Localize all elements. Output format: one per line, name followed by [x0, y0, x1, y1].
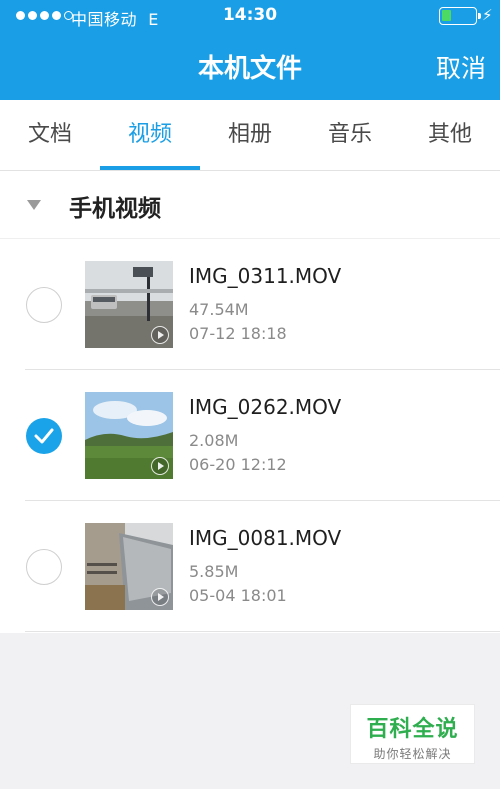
play-icon	[151, 457, 169, 475]
watermark-subtitle: 助你轻松解决	[373, 747, 452, 761]
category-tabs: 文档 视频 相册 音乐 其他	[0, 100, 500, 171]
status-time: 14:30	[222, 5, 278, 25]
collapse-triangle-icon[interactable]	[27, 200, 41, 210]
checkmark-icon	[34, 428, 54, 444]
active-tab-indicator	[100, 166, 200, 170]
tab-other[interactable]: 其他	[400, 100, 500, 170]
cancel-button[interactable]: 取消	[436, 49, 486, 85]
section-header-phone-videos[interactable]: 手机视频	[0, 171, 500, 239]
tab-music[interactable]: 音乐	[300, 100, 400, 170]
file-name: IMG_0262.MOV	[189, 395, 342, 419]
screen: 中国移动 E 14:30 ⚡ 本机文件 取消 文档 视频 相册 音乐 其他 手机…	[0, 0, 500, 789]
tab-documents[interactable]: 文档	[0, 100, 100, 170]
status-bar: 中国移动 E 14:30 ⚡	[0, 0, 500, 32]
file-size: 2.08M	[189, 431, 239, 450]
file-size: 47.54M	[189, 300, 249, 319]
row-divider	[25, 631, 500, 632]
play-icon	[151, 326, 169, 344]
file-date: 07-12 18:18	[189, 324, 287, 343]
file-name: IMG_0081.MOV	[189, 526, 342, 550]
video-thumbnail[interactable]	[85, 261, 173, 348]
watermark-title: 百科全说	[366, 717, 459, 742]
file-date: 05-04 18:01	[189, 586, 287, 605]
list-item[interactable]: IMG_0311.MOV 47.54M 07-12 18:18	[0, 239, 500, 370]
watermark-logo: 百科全说 助你轻松解决	[350, 704, 475, 764]
list-item[interactable]: IMG_0081.MOV 5.85M 05-04 18:01	[0, 501, 500, 632]
video-thumbnail[interactable]	[85, 523, 173, 610]
charging-bolt-icon: ⚡	[482, 6, 493, 24]
file-name: IMG_0311.MOV	[189, 264, 342, 288]
list-item[interactable]: IMG_0262.MOV 2.08M 06-20 12:12	[0, 370, 500, 501]
select-radio[interactable]	[26, 287, 62, 323]
battery-icon	[439, 7, 481, 25]
section-title: 手机视频	[69, 196, 161, 222]
page-title: 本机文件	[197, 54, 302, 84]
tab-photos[interactable]: 相册	[200, 100, 300, 170]
file-date: 06-20 12:12	[189, 455, 287, 474]
play-icon	[151, 588, 169, 606]
select-radio-checked[interactable]	[26, 418, 62, 454]
video-file-list: IMG_0311.MOV 47.54M 07-12 18:18 IMG_0262…	[0, 239, 500, 633]
select-radio[interactable]	[26, 549, 62, 585]
tab-videos[interactable]: 视频	[100, 100, 200, 170]
file-size: 5.85M	[189, 562, 239, 581]
top-bar: 中国移动 E 14:30 ⚡ 本机文件 取消	[0, 0, 500, 100]
video-thumbnail[interactable]	[85, 392, 173, 479]
